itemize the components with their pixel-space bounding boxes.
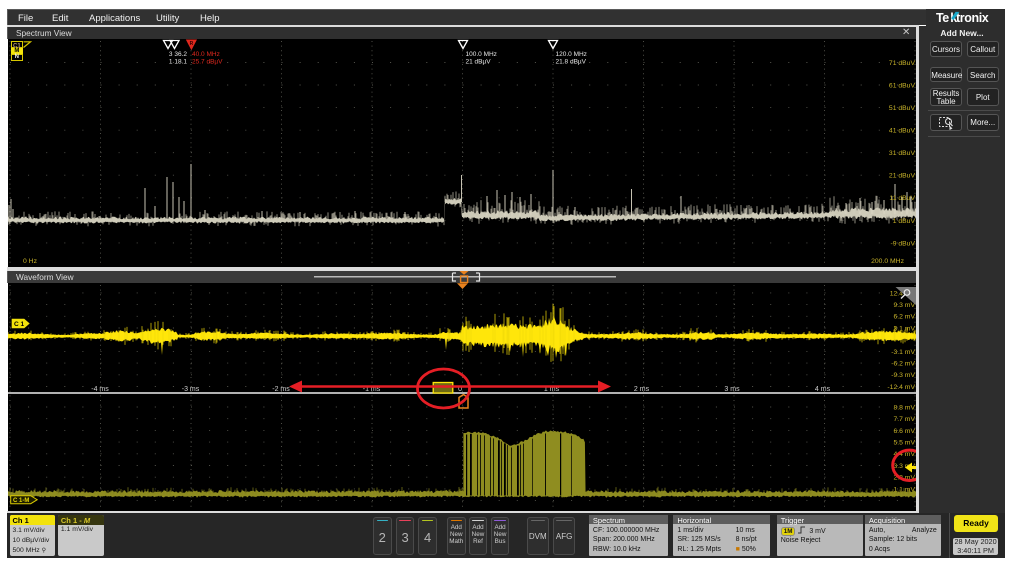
svg-text:5.5 mV: 5.5 mV <box>893 440 915 447</box>
svg-text:Te: Te <box>936 11 949 25</box>
svg-text:C 1: C 1 <box>14 321 25 328</box>
svg-text:-9 dBuV: -9 dBuV <box>890 240 915 247</box>
svg-text:1 ms: 1 ms <box>544 386 560 393</box>
svg-text:2 ms: 2 ms <box>634 386 650 393</box>
svg-text:tronix: tronix <box>956 11 989 25</box>
svg-text:C 1-M: C 1-M <box>13 498 29 504</box>
svg-text:0: 0 <box>458 386 462 393</box>
svg-text:1 18.1: 1 18.1 <box>169 59 187 66</box>
svg-text:9.3 mV: 9.3 mV <box>893 302 915 309</box>
svg-text:25.7 dBµV: 25.7 dBµV <box>192 59 223 66</box>
svg-text:200.0 MHz: 200.0 MHz <box>871 258 904 265</box>
svg-text:-9.3 mV: -9.3 mV <box>891 372 915 379</box>
svg-text:51 dBuV: 51 dBuV <box>889 105 916 112</box>
svg-text:21 dBµV: 21 dBµV <box>466 59 492 66</box>
svg-text:1 dBuV: 1 dBuV <box>893 218 916 225</box>
svg-text:3 36.2: 3 36.2 <box>169 51 187 58</box>
svg-text:0 Hz: 0 Hz <box>23 258 38 265</box>
svg-text:-4 ms: -4 ms <box>91 386 109 393</box>
svg-text:2.2 mV: 2.2 mV <box>893 475 915 482</box>
svg-text:4 ms: 4 ms <box>815 386 831 393</box>
svg-text:-6.2 mV: -6.2 mV <box>891 361 915 368</box>
svg-text:-3 ms: -3 ms <box>182 386 200 393</box>
svg-text:31 dBuV: 31 dBuV <box>889 150 916 157</box>
svg-text:7.7 mV: 7.7 mV <box>893 416 915 423</box>
svg-text:100.0 MHz: 100.0 MHz <box>466 51 497 58</box>
svg-text:41 dBuV: 41 dBuV <box>889 128 916 135</box>
svg-text:120.0 MHz: 120.0 MHz <box>556 51 587 58</box>
svg-text:R: R <box>190 41 194 47</box>
svg-text:-3.1 mV: -3.1 mV <box>891 349 915 356</box>
svg-text:-12.4 mV: -12.4 mV <box>887 384 915 391</box>
svg-text:-2 ms: -2 ms <box>272 386 290 393</box>
svg-text:11 dBuV: 11 dBuV <box>889 195 915 202</box>
svg-text:3 ms: 3 ms <box>724 386 740 393</box>
svg-text:21 dBuV: 21 dBuV <box>889 173 916 180</box>
svg-text:8.8 mV: 8.8 mV <box>893 404 915 411</box>
svg-text:4.4 mV: 4.4 mV <box>893 451 915 458</box>
svg-text:61 dBuV: 61 dBuV <box>889 82 916 89</box>
svg-text:71 dBuV: 71 dBuV <box>889 60 916 67</box>
svg-text:-1 ms: -1 ms <box>363 386 381 393</box>
svg-text:40.0 MHz: 40.0 MHz <box>192 51 220 58</box>
svg-text:6.2 mV: 6.2 mV <box>893 314 915 321</box>
svg-text:3.1 mV: 3.1 mV <box>893 325 915 332</box>
svg-text:21.8 dBµV: 21.8 dBµV <box>556 59 587 66</box>
svg-text:6.6 mV: 6.6 mV <box>893 428 915 435</box>
